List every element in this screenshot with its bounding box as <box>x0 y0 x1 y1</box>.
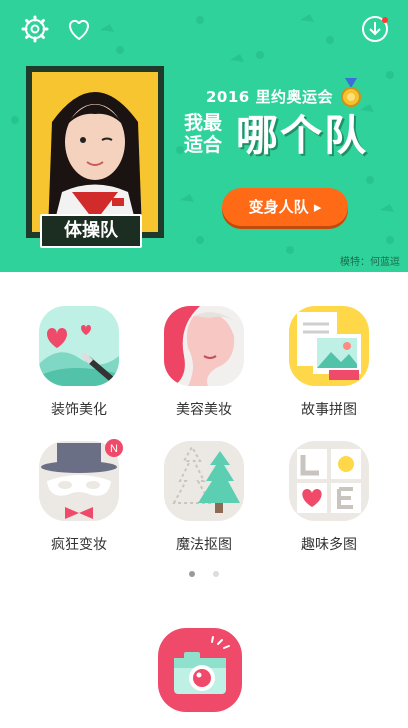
new-badge: N <box>105 439 123 457</box>
transform-team-button[interactable]: 变身人队 ▸ <box>222 188 348 226</box>
page-dot <box>212 571 219 577</box>
story-collage-icon <box>289 306 369 386</box>
feature-label: 疯狂变妆 <box>51 537 107 553</box>
camera-icon <box>174 636 230 694</box>
feature-crazy-makeover[interactable]: N 疯狂变妆 <box>19 435 139 567</box>
feature-magic-cutout[interactable]: 魔法抠图 <box>144 435 264 567</box>
feature-label: 故事拼图 <box>301 402 357 418</box>
athlete-photo-frame <box>26 66 164 238</box>
fun-multi-image-icon <box>289 441 369 521</box>
question-big-text: 哪个队 <box>236 111 369 160</box>
magic-cutout-icon <box>164 441 244 521</box>
promo-banner[interactable]: 体操队 2016 里约奥运会 我最适合 哪个队 变身人队 ▸ 模特：何蓝逗 <box>0 0 408 272</box>
athlete-photo <box>32 72 158 232</box>
question-small-text: 我最适合 <box>184 112 223 156</box>
feature-decorate[interactable]: 装饰美化 <box>19 300 139 432</box>
decorate-icon <box>39 306 119 386</box>
page-dot-active <box>189 571 196 577</box>
gear-icon[interactable] <box>20 14 50 44</box>
feature-label: 美容美妆 <box>176 402 232 418</box>
feature-story-collage[interactable]: 故事拼图 <box>269 300 389 432</box>
olympics-title: 2016 里约奥运会 <box>206 88 333 106</box>
download-icon[interactable] <box>360 14 390 44</box>
medal-icon <box>340 78 362 108</box>
feature-label: 魔法抠图 <box>176 537 232 553</box>
makeup-icon <box>164 306 244 386</box>
feature-label: 装饰美化 <box>51 402 107 418</box>
feature-makeup[interactable]: 美容美妆 <box>144 300 264 432</box>
camera-button[interactable] <box>158 628 242 712</box>
svg-text:N: N <box>110 443 118 455</box>
heart-icon[interactable] <box>64 14 94 44</box>
feature-label: 趣味多图 <box>301 537 357 553</box>
feature-fun-multi-image[interactable]: 趣味多图 <box>269 435 389 567</box>
model-credit: 模特：何蓝逗 <box>340 257 400 268</box>
page-indicator <box>0 562 408 577</box>
team-badge: 体操队 <box>40 214 142 248</box>
